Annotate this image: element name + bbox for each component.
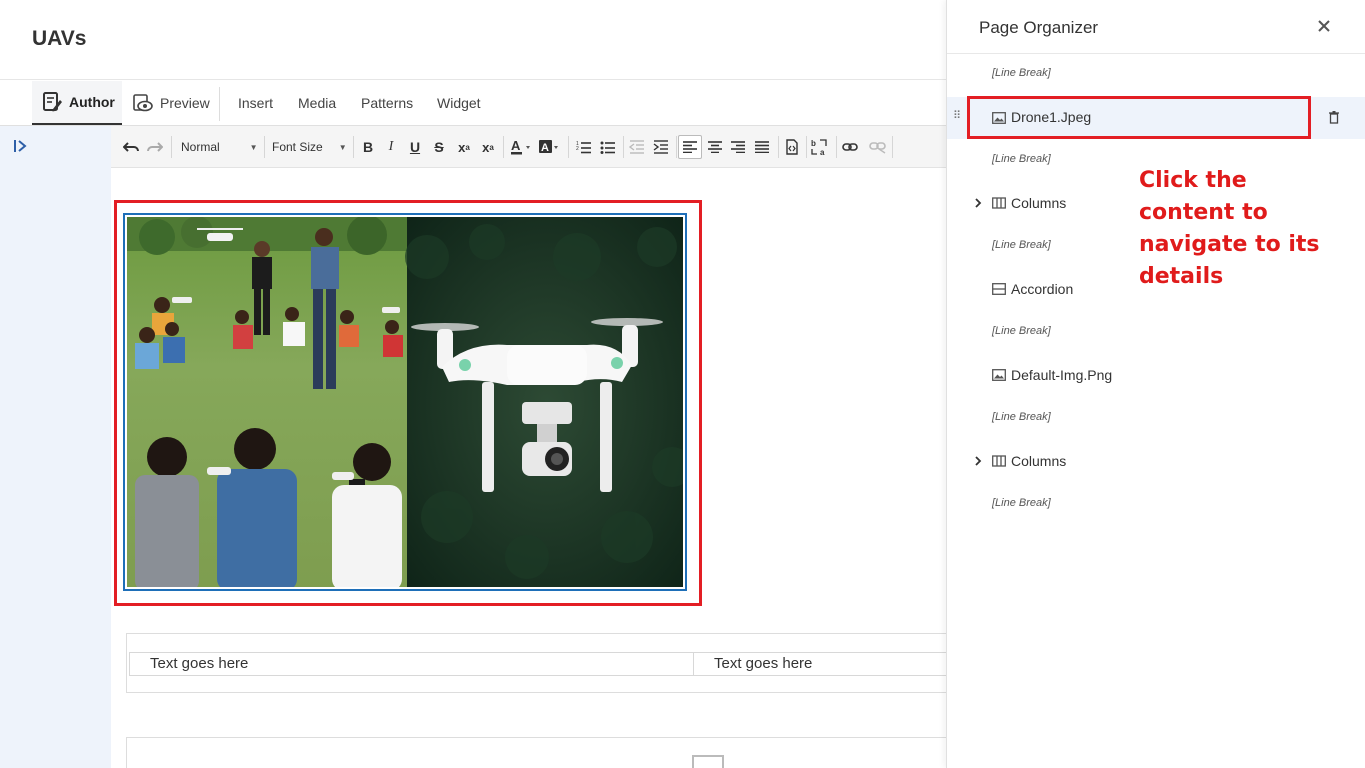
- drone-image[interactable]: [123, 213, 687, 591]
- toolbar-divider: [353, 136, 354, 158]
- source-code-icon[interactable]: [782, 135, 802, 159]
- chevron-right-icon[interactable]: [973, 455, 983, 467]
- svg-text:b: b: [811, 139, 816, 148]
- tab-patterns[interactable]: Patterns: [361, 95, 413, 111]
- organizer-item-line-break[interactable]: [Line Break]: [947, 398, 1365, 438]
- toolbar-divider: [264, 136, 265, 158]
- edit-doc-icon: [43, 92, 62, 112]
- top-header: UAVs: [0, 0, 946, 80]
- toolbar-divider: [171, 136, 172, 158]
- svg-text:2: 2: [576, 146, 579, 152]
- toolbar-divider: [676, 136, 677, 158]
- mode-tab-bar: Author Preview Insert Media Patterns Wid…: [0, 81, 946, 126]
- page-title: UAVs: [32, 27, 87, 50]
- image-icon: [992, 369, 1006, 381]
- organizer-item-columns[interactable]: Columns: [947, 442, 1365, 482]
- superscript-icon[interactable]: xa: [478, 135, 498, 159]
- selected-item-highlight-box: [967, 96, 1311, 139]
- tab-preview-label: Preview: [160, 95, 210, 111]
- subscript-icon[interactable]: xa: [454, 135, 474, 159]
- toolbar-divider: [778, 136, 779, 158]
- tab-author[interactable]: Author: [32, 81, 122, 125]
- drag-handle-icon[interactable]: ⠿: [953, 109, 961, 122]
- text-direction-icon[interactable]: ba: [809, 135, 831, 159]
- tab-media[interactable]: Media: [298, 95, 336, 111]
- highlight-color-icon[interactable]: A: [537, 135, 563, 159]
- link-icon[interactable]: [839, 135, 861, 159]
- organizer-item-line-break[interactable]: [Line Break]: [947, 484, 1365, 524]
- eye-icon: [133, 94, 153, 112]
- unordered-list-icon[interactable]: [598, 135, 618, 159]
- line-break-label: [Line Break]: [992, 153, 1051, 165]
- line-break-label: [Line Break]: [992, 497, 1051, 509]
- column-cell[interactable]: Text goes here: [129, 652, 693, 676]
- svg-text:a: a: [820, 148, 825, 156]
- close-icon[interactable]: [1317, 16, 1331, 39]
- drone-photo: [127, 217, 683, 587]
- editor-toolbar: Normal ▼ Font Size ▼ B I U S xa xa A A 1…: [111, 126, 946, 168]
- chevron-down-icon: ▼: [338, 142, 347, 152]
- organizer-item-label: Accordion: [1011, 281, 1074, 297]
- toolbar-divider: [892, 136, 893, 158]
- tab-preview[interactable]: Preview: [126, 81, 218, 125]
- expand-panel-icon[interactable]: [13, 139, 31, 155]
- format-select[interactable]: Normal ▼: [177, 135, 261, 159]
- annotation-callout: Click the content to navigate to its det…: [1139, 168, 1320, 289]
- organizer-item-label: Columns: [1011, 195, 1067, 211]
- tab-author-label: Author: [69, 94, 115, 110]
- align-left-icon[interactable]: [678, 135, 702, 159]
- organizer-item-line-break[interactable]: [Line Break]: [947, 54, 1365, 94]
- undo-icon[interactable]: [121, 135, 141, 159]
- align-center-icon[interactable]: [705, 135, 725, 159]
- organizer-header: Page Organizer: [947, 0, 1365, 54]
- justify-icon[interactable]: [752, 135, 772, 159]
- organizer-item-line-break[interactable]: [Line Break]: [947, 312, 1365, 352]
- toolbar-divider: [623, 136, 624, 158]
- indent-icon[interactable]: [651, 135, 671, 159]
- columns-block[interactable]: Text goes here Text goes here: [126, 633, 947, 693]
- underline-icon[interactable]: U: [406, 135, 424, 159]
- chevron-right-icon[interactable]: [973, 197, 983, 209]
- toolbar-divider: [806, 136, 807, 158]
- svg-text:A: A: [511, 138, 521, 153]
- strikethrough-icon[interactable]: S: [430, 135, 448, 159]
- tab-widget[interactable]: Widget: [437, 95, 481, 111]
- drone-image-content: [127, 217, 683, 587]
- app-root: UAVs Author Preview Insert Media Pattern…: [0, 0, 1365, 768]
- ordered-list-icon[interactable]: 12: [574, 135, 594, 159]
- format-select-value: Normal: [181, 140, 220, 154]
- line-break-label: [Line Break]: [992, 239, 1051, 251]
- italic-icon[interactable]: I: [382, 135, 400, 159]
- font-color-icon[interactable]: A: [509, 135, 535, 159]
- svg-text:A: A: [541, 142, 549, 154]
- organizer-item-label: Default-Img.Png: [1011, 367, 1113, 383]
- font-size-select-value: Font Size: [272, 140, 323, 154]
- toolbar-divider: [836, 136, 837, 158]
- columns-icon: [992, 197, 1006, 209]
- columns-icon: [992, 455, 1006, 467]
- organizer-item-default-image[interactable]: Default-Img.Png: [947, 356, 1365, 396]
- accordion-icon: [692, 755, 724, 768]
- redo-icon[interactable]: [145, 135, 165, 159]
- chevron-down-icon: ▼: [249, 142, 258, 152]
- left-rail: [0, 126, 111, 768]
- bold-icon[interactable]: B: [359, 135, 377, 159]
- line-break-label: [Line Break]: [992, 67, 1051, 79]
- trash-icon[interactable]: [1329, 111, 1339, 124]
- organizer-item-label: Columns: [1011, 453, 1067, 469]
- line-break-label: [Line Break]: [992, 411, 1051, 423]
- unlink-icon[interactable]: [867, 135, 889, 159]
- accordion-block[interactable]: [126, 737, 946, 768]
- organizer-title: Page Organizer: [979, 18, 1099, 37]
- tab-insert[interactable]: Insert: [238, 95, 273, 111]
- font-size-select[interactable]: Font Size ▼: [269, 135, 349, 159]
- accordion-icon: [992, 283, 1006, 295]
- toolbar-divider: [568, 136, 569, 158]
- align-right-icon[interactable]: [728, 135, 748, 159]
- outdent-icon[interactable]: [627, 135, 647, 159]
- column-cell[interactable]: Text goes here: [693, 652, 947, 676]
- line-break-label: [Line Break]: [992, 325, 1051, 337]
- toolbar-divider: [503, 136, 504, 158]
- tab-divider: [219, 87, 220, 121]
